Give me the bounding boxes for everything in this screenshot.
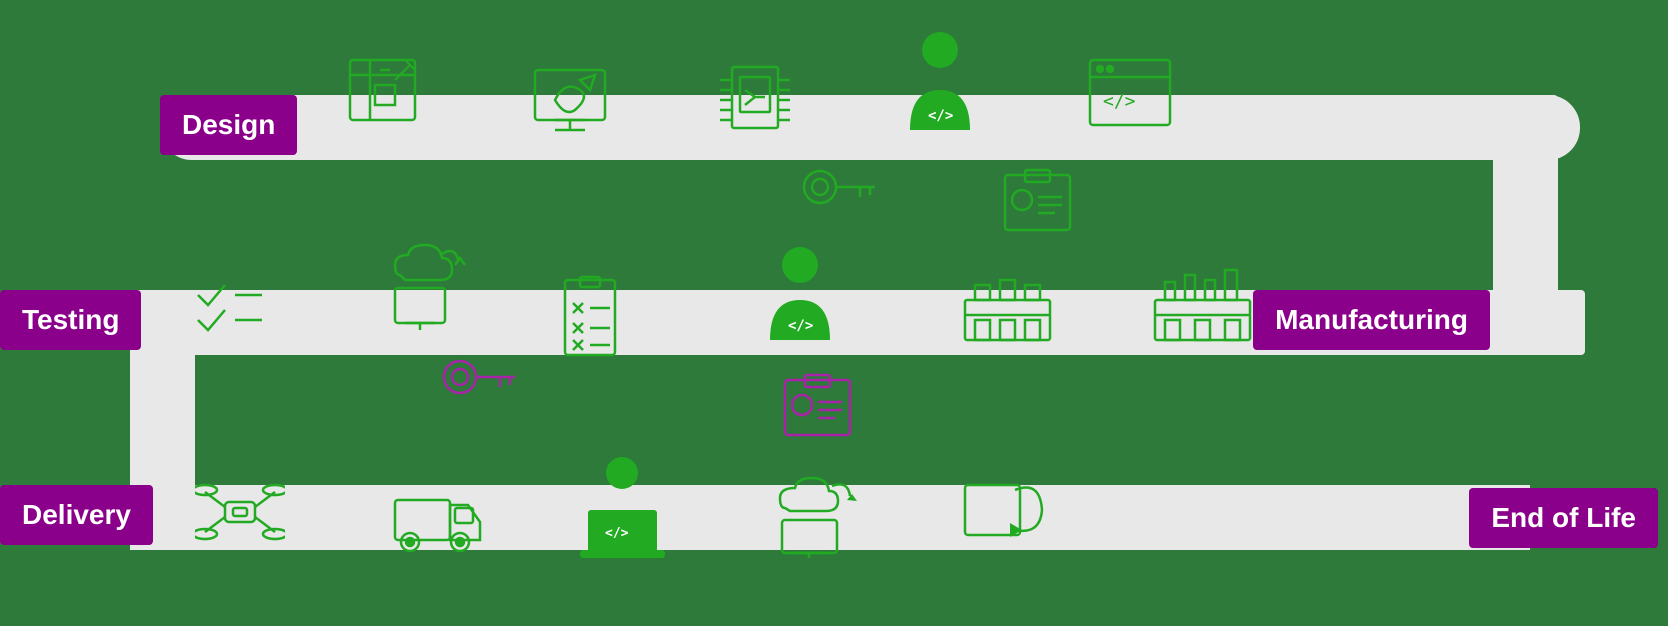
checklist-icon: [190, 275, 270, 345]
cloud-sync-icon: [380, 230, 470, 330]
forward-arrow-icon: [960, 475, 1050, 545]
delivery-truck-icon: [390, 480, 485, 555]
phase-label-eol: End of Life: [1469, 488, 1658, 548]
pipeline-diagram: Design Testing Manufacturing Delivery En…: [0, 0, 1668, 626]
developer-person-r2-icon: </>: [760, 245, 840, 350]
svg-text:</>: </>: [788, 318, 813, 334]
circuit-chip-icon: [710, 55, 800, 140]
code-window-icon: </>: [1085, 55, 1175, 130]
blueprint-icon: [340, 45, 430, 135]
factory-large-icon: [1150, 260, 1255, 345]
laptop-person-icon: </>: [580, 455, 665, 565]
phase-label-delivery: Delivery: [0, 485, 153, 545]
phase-label-testing: Testing: [0, 290, 141, 350]
svg-text:</>: </>: [928, 108, 953, 124]
key-icon-r2: [440, 355, 525, 400]
svg-text:</>: </>: [605, 526, 629, 541]
cloud-monitor-icon: [770, 468, 860, 558]
task-list-icon: [555, 275, 625, 360]
id-badge-icon-r1: [1000, 165, 1075, 235]
factory-small-icon: [960, 265, 1055, 345]
svg-text:</>: </>: [1103, 91, 1136, 112]
id-badge-icon-r2: [780, 370, 855, 440]
design-tool-icon: [525, 55, 615, 145]
phase-label-manufacturing: Manufacturing: [1253, 290, 1490, 350]
key-icon-r1: [800, 165, 885, 210]
phase-label-design: Design: [160, 95, 297, 155]
drone-icon: [195, 472, 285, 552]
developer-person-icon: </>: [900, 30, 980, 140]
